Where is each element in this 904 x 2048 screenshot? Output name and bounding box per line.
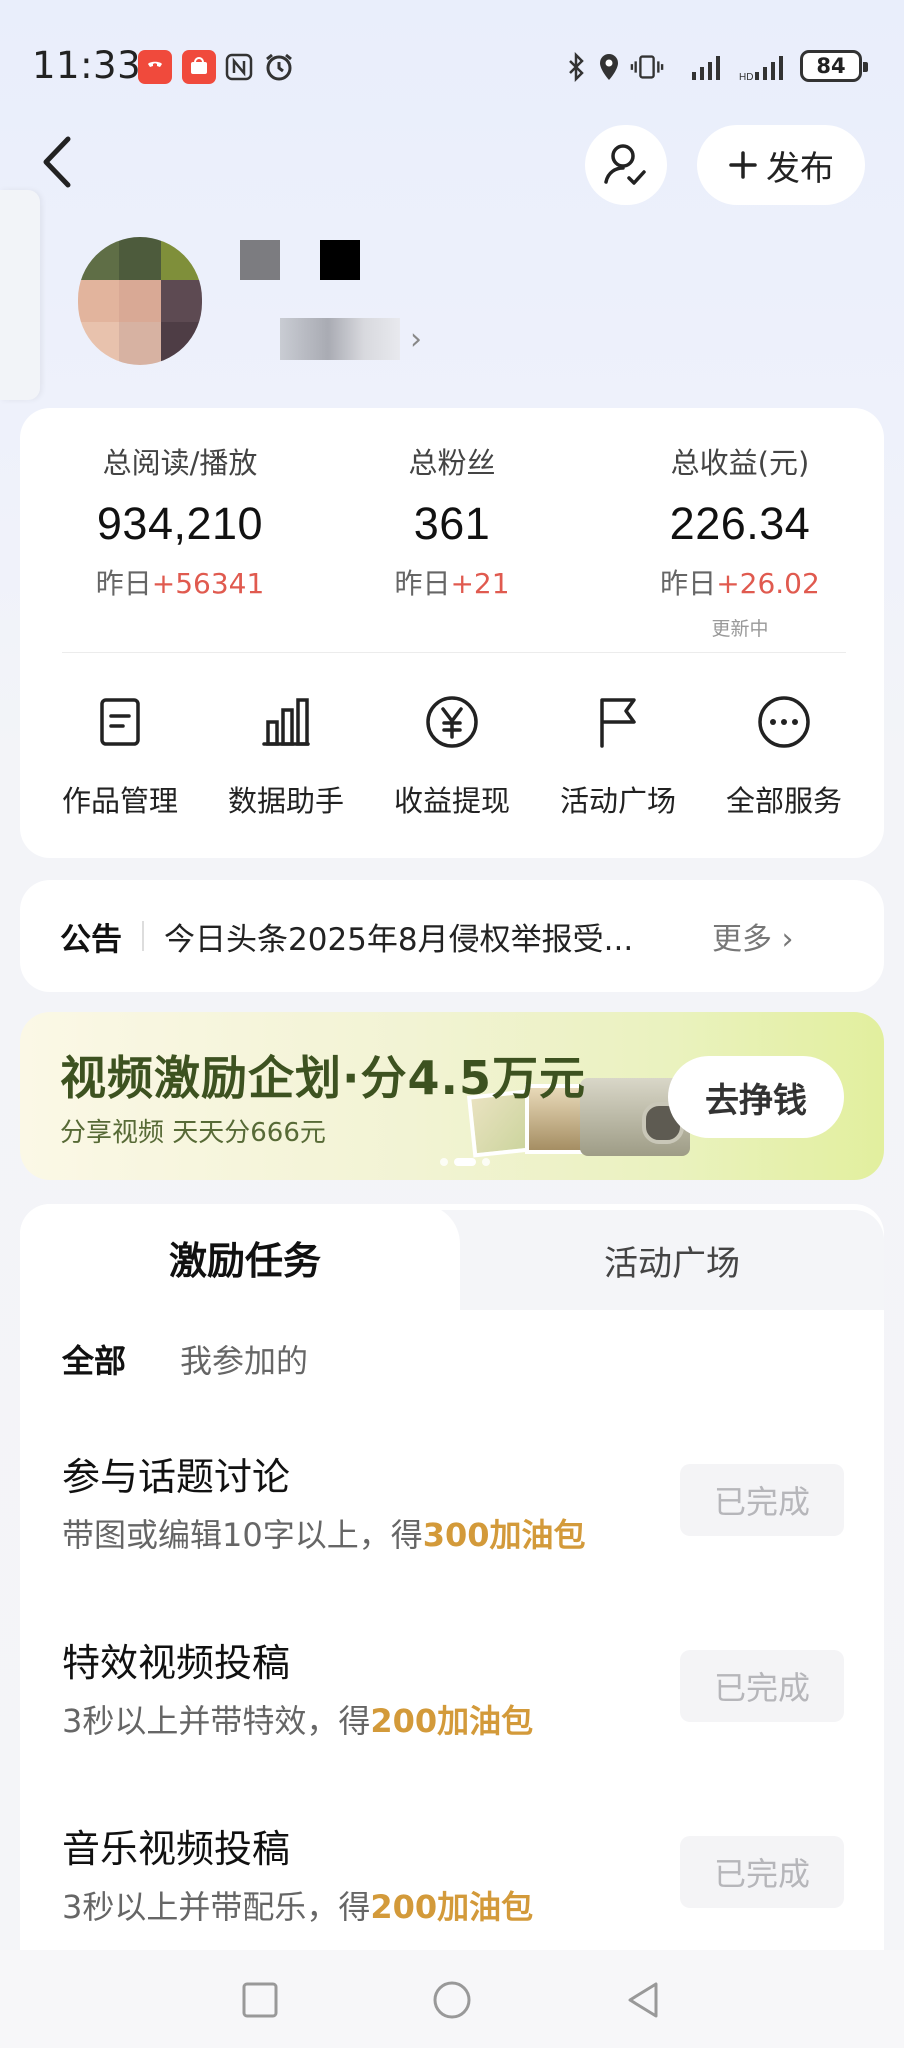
bluetooth-icon [560, 50, 594, 84]
more-icon [758, 696, 810, 748]
publish-label: 发布 [766, 148, 834, 189]
user-check-icon [604, 144, 646, 185]
service-label: 全部服务 [725, 784, 842, 818]
stat-delta: 昨日+26.02 [660, 567, 820, 600]
service-label: 数据助手 [227, 784, 344, 818]
notice-title: 公告 [60, 921, 122, 958]
banner-subtitle: 分享视频 天天分666元 [60, 1118, 326, 1148]
stat-total-earnings[interactable]: 总收益(元) 226.34 昨日+26.02 [610, 440, 870, 602]
service-label: 收益提现 [393, 784, 510, 818]
task-desc: 3秒以上并带配乐，得200加油包 [62, 1888, 534, 1926]
task-desc: 带图或编辑10字以上，得300加油包 [62, 1516, 586, 1554]
notice-divider [142, 921, 144, 951]
task-item[interactable]: 特效视频投稿 3秒以上并带特效，得200加油包 已完成 [20, 1632, 884, 1782]
service-label: 作品管理 [61, 784, 178, 818]
document-icon [100, 698, 140, 746]
square-icon [242, 1982, 278, 2018]
side-drawer-handle[interactable] [0, 190, 40, 400]
stat-total-fans[interactable]: 总粉丝 361 昨日+21 [322, 440, 582, 602]
signal-icon-2: HD [738, 50, 794, 84]
earn-money-button[interactable]: 去挣钱 [668, 1056, 844, 1138]
battery-indicator: 84 [800, 50, 868, 82]
stat-value: 934,210 [96, 498, 264, 549]
stat-value: 361 [413, 498, 491, 549]
task-item[interactable]: 音乐视频投稿 3秒以上并带配乐，得200加油包 已完成 [20, 1818, 884, 1968]
stat-label: 总粉丝 [408, 446, 496, 480]
service-works-management[interactable]: 作品管理 [40, 692, 200, 820]
service-all-services[interactable]: 全部服务 [704, 692, 864, 820]
svg-text:HD: HD [739, 72, 753, 82]
stat-delta: 昨日+21 [394, 567, 510, 600]
filter-all[interactable]: 全部 [62, 1336, 126, 1382]
task-status-button[interactable]: 已完成 [680, 1650, 844, 1722]
app-notification-icon [182, 50, 216, 84]
chevron-right-icon: › [781, 922, 794, 957]
alarm-icon [262, 50, 296, 84]
notice-bar[interactable]: 公告 今日头条2025年8月侵权举报受... 更多 › [20, 880, 884, 992]
triangle-back-icon [628, 1982, 658, 2018]
tab-activity-square[interactable]: 活动广场 [460, 1236, 884, 1285]
banner-title: 视频激励企划·分4.5万元 [60, 1051, 586, 1105]
username-redacted-part2 [320, 240, 360, 280]
bar-chart-icon [262, 698, 310, 746]
nav-back-button[interactable] [622, 1978, 666, 2022]
promo-banner[interactable]: 视频激励企划·分4.5万元 分享视频 天天分666元 去挣钱 [20, 1012, 884, 1180]
stat-delta: 昨日+56341 [95, 567, 265, 600]
account-switch-button[interactable] [585, 125, 667, 205]
signal-icon-1 [686, 50, 730, 84]
status-time: 11:33 [32, 44, 142, 87]
service-data-assistant[interactable]: 数据助手 [206, 692, 366, 820]
profile-subtitle-redacted[interactable] [280, 318, 400, 360]
notice-text[interactable]: 今日头条2025年8月侵权举报受... [164, 914, 684, 959]
flag-icon [600, 698, 636, 748]
vibrate-icon [630, 50, 664, 84]
task-desc: 3秒以上并带特效，得200加油包 [62, 1702, 534, 1740]
call-icon [138, 50, 172, 84]
circle-icon [433, 1981, 471, 2019]
avatar[interactable] [78, 237, 202, 365]
back-button[interactable] [38, 135, 78, 189]
location-icon [592, 50, 626, 84]
tab-incentive-tasks[interactable]: 激励任务 [20, 1230, 470, 1285]
home-button[interactable] [430, 1978, 474, 2022]
service-label: 活动广场 [559, 784, 676, 818]
task-item[interactable]: 参与话题讨论 带图或编辑10字以上，得300加油包 已完成 [20, 1446, 884, 1596]
task-title: 特效视频投稿 [62, 1641, 291, 1685]
notice-more-link[interactable]: 更多 › [712, 914, 794, 958]
username-redacted-part1 [240, 240, 280, 280]
updating-label: 更新中 [711, 618, 769, 640]
service-earnings-withdraw[interactable]: 收益提现 [372, 692, 532, 820]
plus-icon [729, 151, 757, 179]
stat-total-reads[interactable]: 总阅读/播放 934,210 昨日+56341 [50, 440, 310, 602]
task-status-button[interactable]: 已完成 [680, 1464, 844, 1536]
stat-value: 226.34 [669, 498, 811, 549]
nfc-icon [222, 50, 256, 84]
yen-icon [426, 696, 478, 748]
stat-label: 总阅读/播放 [102, 446, 258, 480]
carousel-dots [440, 1158, 490, 1166]
task-status-button[interactable]: 已完成 [680, 1836, 844, 1908]
stat-label: 总收益(元) [670, 446, 810, 480]
task-title: 参与话题讨论 [62, 1455, 291, 1499]
chevron-left-icon [43, 136, 71, 188]
recent-apps-button[interactable] [238, 1978, 282, 2022]
filter-joined[interactable]: 我参加的 [180, 1336, 308, 1382]
service-activity-square[interactable]: 活动广场 [538, 692, 698, 820]
task-title: 音乐视频投稿 [62, 1827, 291, 1871]
publish-button[interactable]: 发布 [697, 125, 865, 205]
divider [62, 652, 846, 653]
chevron-right-icon: › [410, 322, 422, 357]
